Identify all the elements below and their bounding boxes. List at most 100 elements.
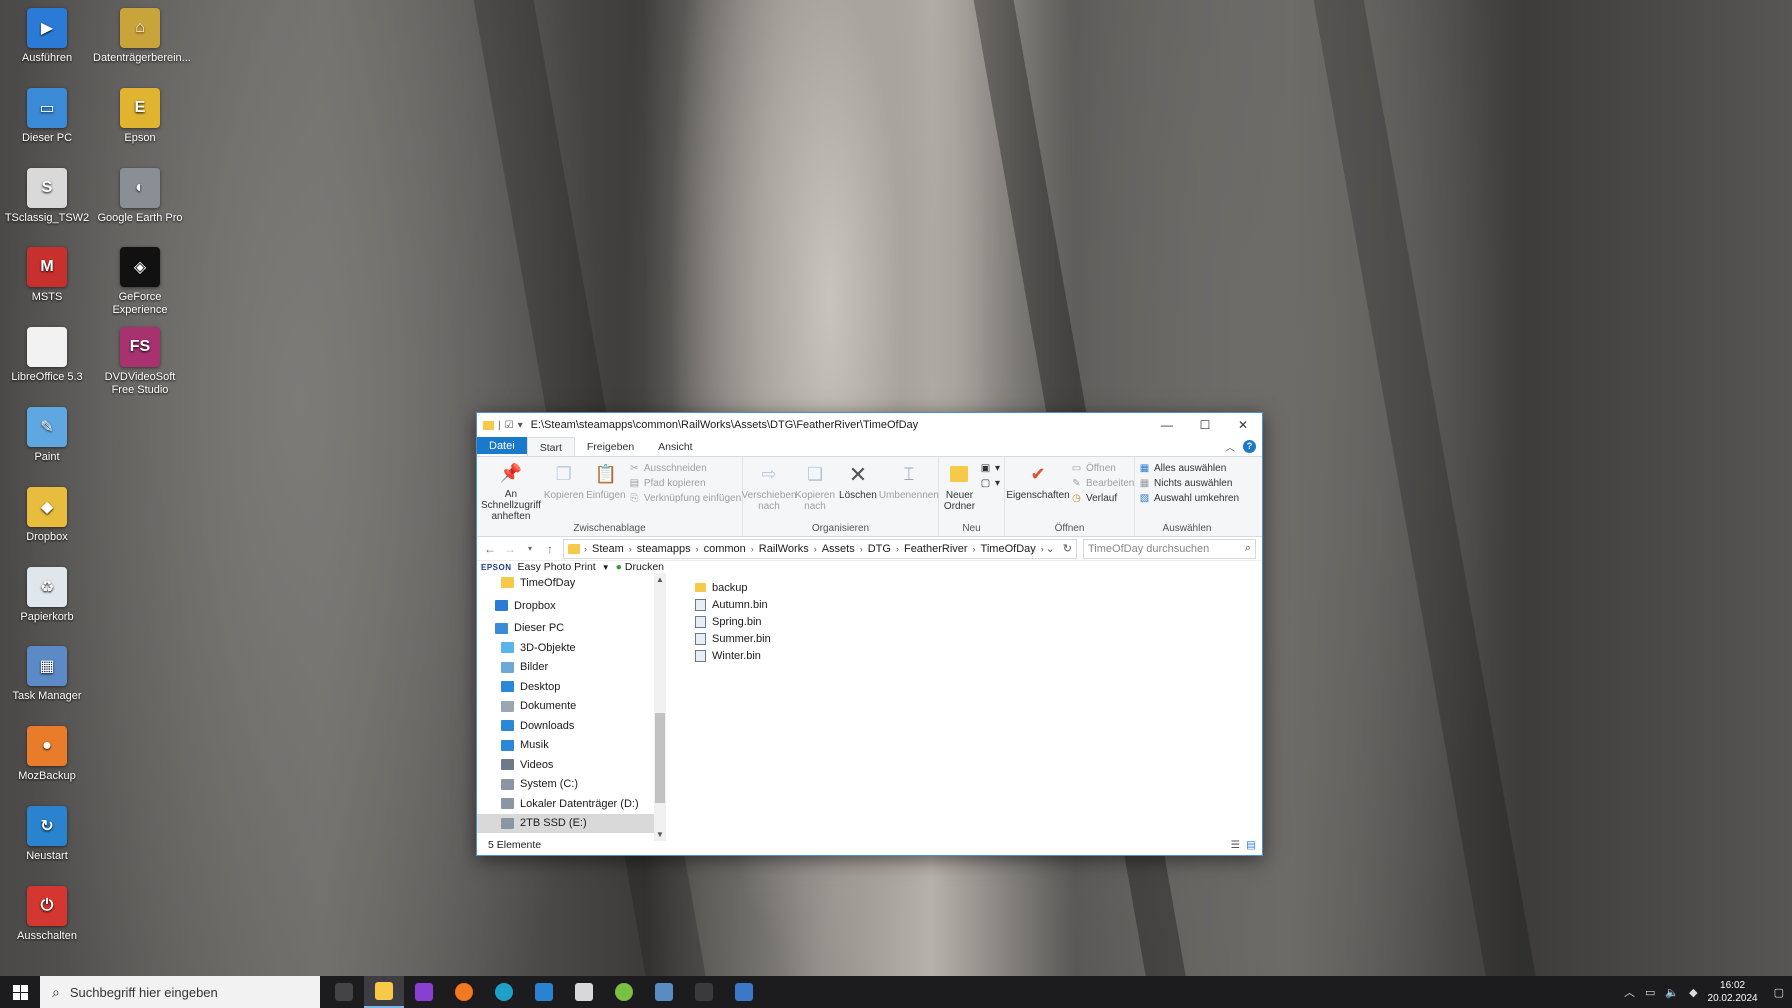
desktop-icon[interactable]: ⌂ Datenträgerberein... bbox=[93, 8, 191, 65]
breadcrumb-item[interactable]: common bbox=[699, 543, 751, 555]
copy-to-button[interactable]: ❏ Kopieren nach bbox=[795, 461, 835, 522]
chevron-up-icon[interactable]: ︿ bbox=[1624, 984, 1635, 1000]
desktop-icon[interactable]: ● MozBackup bbox=[0, 726, 94, 783]
nav-item[interactable]: Lokaler Datenträger (D:) bbox=[477, 794, 666, 814]
nav-item[interactable]: Downloads bbox=[477, 716, 666, 736]
app-purple-taskbar-button[interactable] bbox=[404, 976, 444, 1008]
desktop-icon[interactable]: E Epson bbox=[93, 87, 187, 145]
print-button[interactable]: ● Drucken bbox=[616, 561, 664, 573]
nav-item[interactable]: Dieser PC bbox=[477, 619, 666, 639]
desktop-icon[interactable]: M MSTS bbox=[0, 247, 94, 304]
easy-access-button[interactable]: ▢ ▾ bbox=[980, 478, 1000, 489]
back-arrow-icon[interactable]: ← bbox=[483, 542, 497, 556]
large-icons-view-icon[interactable]: ▤ bbox=[1246, 839, 1256, 851]
edge-taskbar-button[interactable] bbox=[484, 976, 524, 1008]
tab-freigeben[interactable]: Freigeben bbox=[575, 437, 646, 456]
tab-start[interactable]: Start bbox=[526, 437, 575, 456]
dropbox-icon[interactable]: ◆ bbox=[1689, 986, 1697, 999]
nav-item[interactable]: Dokumente bbox=[477, 697, 666, 717]
nav-item[interactable]: Videos bbox=[477, 755, 666, 775]
desktop-icon[interactable]: ⏻ Ausschalten bbox=[0, 885, 94, 943]
breadcrumb-item[interactable]: Assets bbox=[817, 543, 860, 555]
desktop-icon[interactable]: ◈ GeForce Experience bbox=[93, 247, 187, 317]
nav-item[interactable]: 3D-Objekte bbox=[477, 638, 666, 658]
copy-path-button[interactable]: ▤ Pfad kopieren bbox=[629, 478, 741, 489]
copy-button[interactable]: ❐ Kopieren bbox=[544, 461, 584, 522]
select-none-button[interactable]: ▦ Nichts auswählen bbox=[1139, 478, 1239, 489]
blue-app-taskbar-button[interactable] bbox=[724, 976, 764, 1008]
edit-button[interactable]: ✎ Bearbeiten bbox=[1071, 478, 1134, 489]
minimize-button[interactable]: — bbox=[1148, 413, 1186, 437]
ts-app-taskbar-button[interactable] bbox=[684, 976, 724, 1008]
details-view-icon[interactable]: ☰ bbox=[1231, 839, 1240, 851]
desktop-icon[interactable]: ▶ Ausführen bbox=[0, 8, 94, 65]
scroll-up-icon[interactable]: ▲ bbox=[654, 575, 666, 584]
forward-arrow-icon[interactable]: → bbox=[503, 542, 517, 556]
steam-taskbar-button[interactable] bbox=[644, 976, 684, 1008]
file-item[interactable]: Summer.bin bbox=[695, 631, 1262, 648]
desktop-icon[interactable]: S TSclassig_TSW2 bbox=[0, 167, 94, 225]
nav-item[interactable]: 2TB SSD (E:) bbox=[477, 813, 666, 834]
home-app-taskbar-button[interactable] bbox=[564, 976, 604, 1008]
desktop-icon[interactable]: ◆ Dropbox bbox=[0, 486, 94, 544]
move-to-button[interactable]: ⇨ Verschieben nach bbox=[741, 461, 796, 522]
properties-check-icon[interactable]: ☑ bbox=[505, 420, 514, 431]
desktop-icon[interactable]: ↻ Neustart bbox=[0, 806, 94, 863]
address-bar[interactable]: › Steam › steamapps › common › RailWorks › Asset… bbox=[563, 538, 1077, 559]
nav-item[interactable]: Desktop bbox=[477, 677, 666, 697]
file-item[interactable]: Autumn.bin bbox=[695, 596, 1262, 613]
properties-button[interactable]: ✔ Eigenschaften bbox=[1006, 461, 1069, 522]
new-folder-button[interactable]: Neuer Ordner bbox=[943, 461, 976, 522]
breadcrumb-item[interactable]: DTG bbox=[863, 543, 896, 555]
nav-item[interactable]: Bilder bbox=[477, 658, 666, 678]
chevron-right-icon[interactable]: › bbox=[1041, 544, 1044, 554]
recent-locations-icon[interactable]: ▾ bbox=[523, 544, 537, 553]
nav-item[interactable]: System (C:) bbox=[477, 775, 666, 795]
scroll-thumb[interactable] bbox=[655, 713, 665, 803]
chevron-down-icon[interactable]: ▾ bbox=[518, 420, 523, 431]
easy-photo-print-button[interactable]: Easy Photo Print bbox=[518, 561, 596, 573]
desktop-icon[interactable]: ▭ Dieser PC bbox=[0, 87, 94, 145]
paste-button[interactable]: 📋 Einfügen bbox=[586, 461, 625, 522]
mail-taskbar-button[interactable] bbox=[524, 976, 564, 1008]
new-item-button[interactable]: ▣ ▾ bbox=[980, 463, 1000, 474]
task-view-taskbar-button[interactable] bbox=[324, 976, 364, 1008]
help-icon[interactable]: ? bbox=[1243, 440, 1256, 453]
nav-item[interactable]: TimeOfDay bbox=[477, 573, 666, 593]
desktop-icon[interactable]: ▦ Task Manager bbox=[0, 646, 94, 703]
open-button[interactable]: ▭ Öffnen bbox=[1071, 463, 1134, 474]
title-bar[interactable]: | ☑ ▾ E:\Steam\steamapps\common\RailWork… bbox=[477, 413, 1262, 437]
chevron-down-icon[interactable]: ⌄ bbox=[1046, 542, 1055, 555]
desktop-icon[interactable]: ♻ Papierkorb bbox=[0, 566, 94, 624]
desktop-icon[interactable]: ✎ Paint bbox=[0, 407, 94, 464]
start-button[interactable] bbox=[0, 976, 40, 1008]
breadcrumb-item[interactable]: FeatherRiver bbox=[899, 543, 973, 555]
breadcrumb-item[interactable]: RailWorks bbox=[754, 543, 814, 555]
volume-icon[interactable]: 🔈 bbox=[1665, 986, 1679, 999]
network-icon[interactable]: ▭ bbox=[1645, 986, 1655, 999]
file-item[interactable]: Winter.bin bbox=[695, 648, 1262, 665]
collapse-ribbon-icon[interactable]: ︿ bbox=[1225, 439, 1235, 454]
desktop-icon[interactable]: ◐ Google Earth Pro bbox=[93, 167, 187, 225]
file-item[interactable]: Spring.bin bbox=[695, 613, 1262, 630]
pin-quick-access-button[interactable]: 📌 An Schnellzugriff anheften bbox=[481, 461, 541, 522]
file-explorer-taskbar-button[interactable] bbox=[364, 976, 404, 1008]
firefox-taskbar-button[interactable] bbox=[444, 976, 484, 1008]
breadcrumb-item[interactable]: Steam bbox=[587, 543, 629, 555]
select-all-button[interactable]: ▦ Alles auswählen bbox=[1139, 463, 1239, 474]
rename-button[interactable]: ⌶ Umbenennen bbox=[879, 461, 939, 522]
nav-item[interactable]: Musik bbox=[477, 736, 666, 756]
clock[interactable]: 16:02 20.02.2024 bbox=[1708, 979, 1758, 1005]
close-button[interactable]: ✕ bbox=[1224, 413, 1262, 437]
refresh-icon[interactable]: ↻ bbox=[1063, 542, 1072, 555]
paste-shortcut-button[interactable]: ⎘ Verknüpfung einfügen bbox=[629, 493, 741, 504]
file-item[interactable]: backup bbox=[695, 579, 1262, 596]
desktop-icon[interactable]: FS DVDVideoSoft Free Studio bbox=[93, 327, 187, 397]
breadcrumb-item[interactable]: steamapps bbox=[632, 543, 696, 555]
search-input[interactable]: TimeOfDay durchsuchen ⌕ bbox=[1083, 538, 1256, 559]
nav-scrollbar[interactable]: ▲ ▼ bbox=[654, 573, 666, 841]
tab-ansicht[interactable]: Ansicht bbox=[646, 437, 704, 456]
green-app-taskbar-button[interactable] bbox=[604, 976, 644, 1008]
cut-button[interactable]: ✂ Ausschneiden bbox=[629, 463, 741, 474]
notifications-icon[interactable]: ▢ bbox=[1774, 986, 1784, 999]
